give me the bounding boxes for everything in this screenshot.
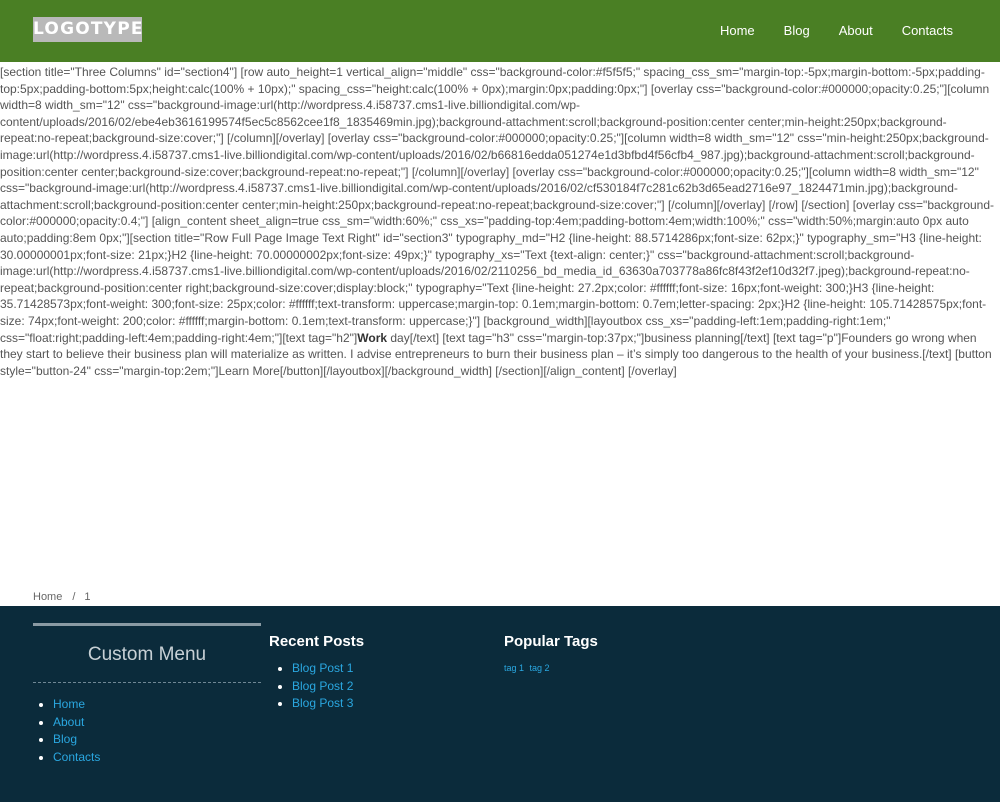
list-item: Blog Post 2	[292, 678, 364, 696]
raw-shortcode-content: [section title="Three Columns" id="secti…	[0, 64, 998, 379]
shortcode-bold-word: Work	[357, 330, 388, 345]
list-item: Contacts	[53, 749, 261, 767]
tag-link-2[interactable]: tag 2	[530, 663, 550, 673]
site-header: LOGOTYPE Home Blog About Contacts	[0, 0, 1000, 62]
main-nav: Home Blog About Contacts	[691, 0, 1000, 62]
nav-home-link[interactable]: Home	[720, 0, 755, 62]
breadcrumb-separator: /	[72, 591, 76, 603]
custom-menu-widget: Custom Menu Home About Blog Contacts	[33, 623, 261, 766]
recent-posts-list: Blog Post 1 Blog Post 2 Blog Post 3	[269, 660, 364, 713]
site-logo[interactable]: LOGOTYPE	[33, 17, 142, 42]
widget-top-border	[33, 623, 261, 626]
dashed-divider	[33, 682, 261, 683]
breadcrumb-home-link[interactable]: Home	[33, 591, 62, 603]
nav-about-link[interactable]: About	[839, 0, 873, 62]
popular-tags-widget: Popular Tags tag 1 tag 2	[504, 633, 598, 674]
recent-post-link-2[interactable]: Blog Post 2	[292, 679, 353, 693]
tag-link-1[interactable]: tag 1	[504, 663, 524, 673]
custom-menu-list: Home About Blog Contacts	[33, 696, 261, 766]
list-item: About	[53, 714, 261, 732]
recent-post-link-3[interactable]: Blog Post 3	[292, 696, 353, 710]
site-footer: Custom Menu Home About Blog Contacts Rec…	[0, 606, 1000, 802]
popular-tags-title: Popular Tags	[504, 633, 598, 650]
recent-posts-widget: Recent Posts Blog Post 1 Blog Post 2 Blo…	[269, 634, 364, 713]
footer-menu-home-link[interactable]: Home	[53, 697, 85, 711]
custom-menu-title: Custom Menu	[87, 644, 207, 665]
footer-menu-about-link[interactable]: About	[53, 715, 84, 729]
footer-menu-blog-link[interactable]: Blog	[53, 732, 77, 746]
recent-posts-title: Recent Posts	[269, 633, 365, 650]
nav-contacts-link[interactable]: Contacts	[902, 0, 953, 62]
shortcode-text-before: [section title="Three Columns" id="secti…	[0, 65, 995, 345]
breadcrumb: Home / 1	[33, 591, 91, 603]
list-item: Blog	[53, 731, 261, 749]
footer-menu-contacts-link[interactable]: Contacts	[53, 750, 100, 764]
list-item: Blog Post 1	[292, 660, 364, 678]
list-item: Home	[53, 696, 261, 714]
breadcrumb-current: 1	[84, 591, 91, 603]
tag-cloud: tag 1 tag 2	[504, 663, 598, 673]
list-item: Blog Post 3	[292, 695, 364, 713]
nav-blog-link[interactable]: Blog	[784, 0, 810, 62]
recent-post-link-1[interactable]: Blog Post 1	[292, 661, 353, 675]
